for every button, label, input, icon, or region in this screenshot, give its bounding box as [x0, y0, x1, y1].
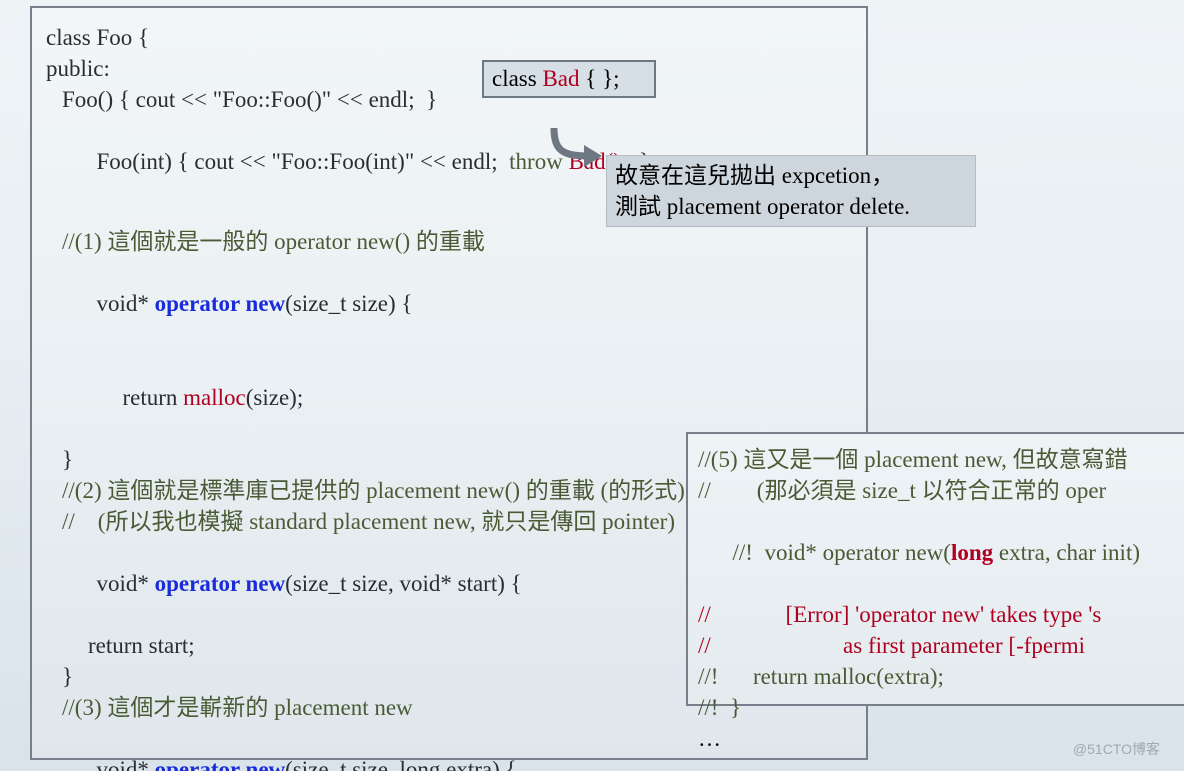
operator-new-kw: operator new — [155, 291, 286, 316]
comment-text: //! void* operator new( — [733, 540, 951, 565]
long-kw: long — [951, 540, 993, 565]
note-line: 測試 placement operator delete. — [615, 191, 967, 222]
error-line: // as first parameter [-fpermi — [698, 630, 1176, 661]
code-text: (size_t size, void* start) { — [285, 571, 522, 596]
code-line: public: — [46, 53, 852, 84]
code-text: (size); — [246, 385, 303, 410]
comment-line: //! } — [698, 692, 1176, 723]
code-text: return — [123, 385, 184, 410]
bad-box: class Bad { }; — [482, 60, 656, 98]
code-line: //! void* operator new(long extra, char … — [698, 506, 1176, 599]
code-text: Foo(int) { cout << "Foo::Foo(int)" << en… — [97, 149, 510, 174]
code-line: Foo() { cout << "Foo::Foo()" << endl; } — [46, 84, 852, 115]
note-box: 故意在這兒拋出 expcetion， 測試 placement operator… — [606, 155, 976, 227]
code-text: { }; — [580, 66, 620, 91]
note-line: 故意在這兒拋出 expcetion， — [615, 160, 967, 191]
throw-kw: throw — [509, 149, 568, 174]
comment-line: //(1) 這個就是一般的 operator new() 的重載 — [46, 226, 852, 257]
code-text: class — [492, 66, 542, 91]
comment-line: //! return malloc(extra); — [698, 661, 1176, 692]
code-line: class Foo { — [46, 22, 852, 53]
code-text: void* — [97, 757, 155, 771]
comment-line: // (那必須是 size_t 以符合正常的 oper — [698, 475, 1176, 506]
malloc-fn: malloc — [183, 385, 246, 410]
code-text: (size_t size) { — [285, 291, 412, 316]
comment-line: //(5) 這又是一個 placement new, 但故意寫錯 — [698, 444, 1176, 475]
code-text: (size_t size, long extra) { — [285, 757, 516, 771]
code-text: void* — [97, 291, 155, 316]
operator-new-kw: operator new — [155, 571, 286, 596]
code-line: return malloc(size); — [46, 350, 852, 443]
code-line: void* operator new(size_t size) { — [46, 257, 852, 350]
comment-text: extra, char init) — [993, 540, 1140, 565]
code-text: void* — [97, 571, 155, 596]
bad-class: Bad — [542, 66, 579, 91]
right-code-box: //(5) 這又是一個 placement new, 但故意寫錯 // (那必須… — [686, 432, 1184, 706]
page-root: class Foo { public: Foo() { cout << "Foo… — [0, 0, 1184, 771]
error-line: // [Error] 'operator new' takes type 's — [698, 599, 1176, 630]
operator-new-kw: operator new — [155, 757, 286, 771]
watermark: @51CTO博客 — [1073, 739, 1160, 759]
